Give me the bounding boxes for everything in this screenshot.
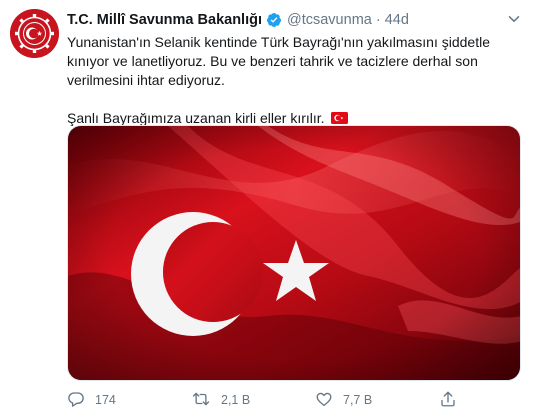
tweet-timestamp[interactable]: 44d — [385, 12, 409, 28]
user-handle[interactable]: @tcsavunma — [287, 12, 372, 28]
like-button[interactable]: 7,7 B — [315, 390, 439, 411]
reply-count: 174 — [95, 393, 116, 407]
avatar[interactable] — [10, 9, 59, 58]
display-name[interactable]: T.C. Millî Savunma Bakanlığı — [67, 12, 262, 28]
tweet-header: T.C. Millî Savunma Bakanlığı @tcsavunma … — [67, 10, 525, 30]
tweet-actions: 174 2,1 B 7,7 B — [67, 388, 522, 412]
tweet-media-image[interactable] — [67, 125, 521, 381]
reply-button[interactable]: 174 — [67, 390, 191, 411]
separator-dot: · — [375, 12, 381, 28]
retweet-icon — [191, 390, 211, 411]
turkish-flag-image-icon — [68, 126, 520, 380]
retweet-button[interactable]: 2,1 B — [191, 390, 315, 411]
ministry-emblem-icon — [10, 9, 59, 58]
heart-icon — [315, 390, 333, 411]
tweet-text: Yunanistan'ın Selanik kentinde Türk Bayr… — [67, 33, 522, 129]
chevron-down-icon[interactable] — [507, 12, 521, 30]
reply-icon — [67, 390, 85, 411]
share-button[interactable] — [439, 390, 457, 411]
tweet-text-line: Şanlı Bayrağımıza uzanan kirli eller kır… — [67, 110, 325, 126]
tweet-text-paragraph: Yunanistan'ın Selanik kentinde Türk Bayr… — [67, 34, 491, 88]
verified-badge-icon — [266, 12, 282, 28]
share-icon — [439, 390, 457, 411]
retweet-count: 2,1 B — [221, 393, 251, 407]
like-count: 7,7 B — [343, 393, 373, 407]
